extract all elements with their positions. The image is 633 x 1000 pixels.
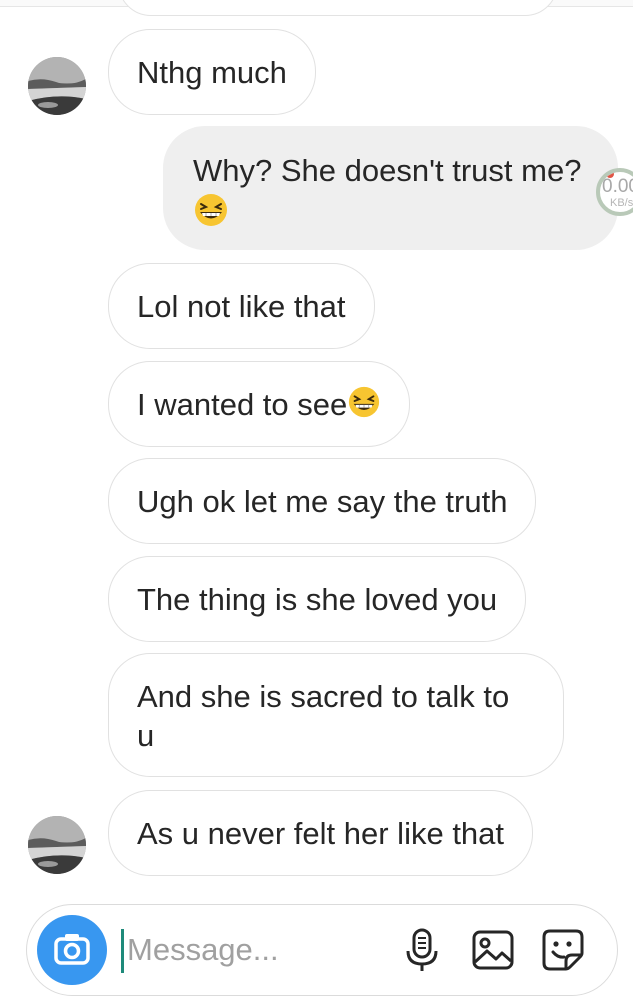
microphone-icon[interactable] xyxy=(399,927,445,973)
camera-button[interactable] xyxy=(37,915,107,985)
message-text: And she is sacred to talk to u xyxy=(137,679,510,753)
incoming-message[interactable]: Lol not like that xyxy=(108,263,375,349)
incoming-message[interactable]: I wanted to see xyxy=(108,361,411,447)
incoming-message[interactable]: Nthg much xyxy=(108,29,316,115)
message-text: Nthg much xyxy=(137,55,287,90)
avatar-photo xyxy=(28,57,86,115)
message-bubble-partial[interactable] xyxy=(118,0,558,16)
incoming-message[interactable]: And she is sacred to talk to u xyxy=(108,653,564,777)
incoming-message[interactable]: Ugh ok let me say the truth xyxy=(108,458,537,544)
grinning-squinting-face-icon xyxy=(349,386,380,418)
text-caret xyxy=(121,929,124,973)
outgoing-message[interactable]: Why? She doesn't trust me? xyxy=(163,126,618,250)
gallery-icon[interactable] xyxy=(470,927,516,973)
message-text: The thing is she loved you xyxy=(137,582,498,617)
camera-icon xyxy=(54,934,90,965)
grinning-squinting-face-icon xyxy=(195,194,227,226)
message-input[interactable] xyxy=(127,925,387,975)
message-text: Ugh ok let me say the truth xyxy=(137,484,508,519)
message-composer xyxy=(26,904,618,996)
incoming-message[interactable]: As u never felt her like that xyxy=(108,790,534,876)
message-text: I wanted to see xyxy=(137,387,348,422)
sender-avatar[interactable] xyxy=(28,57,86,115)
message-text: Lol not like that xyxy=(137,289,346,324)
message-text: As u never felt her like that xyxy=(137,816,505,851)
speed-unit: KB/s xyxy=(610,197,633,209)
message-text: Why? She doesn't trust me? xyxy=(193,153,582,188)
avatar-photo xyxy=(28,816,86,874)
incoming-message[interactable]: The thing is she loved you xyxy=(108,556,527,642)
sticker-icon[interactable] xyxy=(540,927,586,973)
dm-thread-screen: Nthg much Why? She doesn't trust me? 0.0… xyxy=(0,0,633,1000)
sender-avatar[interactable] xyxy=(28,816,86,874)
speed-value: 0.00 xyxy=(602,176,633,197)
